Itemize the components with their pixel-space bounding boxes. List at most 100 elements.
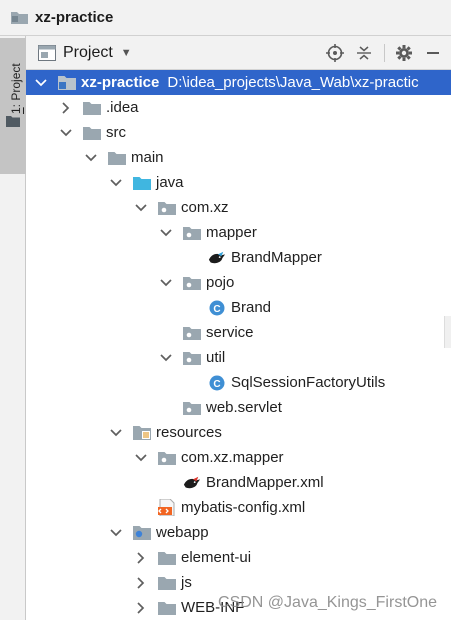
project-tool-tab[interactable]: 1: Project [0,38,26,174]
dropdown-caret-icon[interactable]: ▼ [121,47,132,59]
tree-row[interactable]: C SqlSessionFactoryUtils [26,370,451,395]
tree-item-label: BrandMapper [231,249,322,266]
folder-icon [6,114,20,132]
package-icon [158,200,176,216]
tree-item-label: main [131,149,164,166]
tree-row[interactable]: web.servlet [26,395,451,420]
source-folder-icon [133,175,151,191]
tree-item-label: mybatis-config.xml [181,499,306,516]
chevron-down-icon[interactable] [109,176,123,190]
svg-text:C: C [213,379,220,390]
chevron-right-icon[interactable] [134,601,148,615]
tree-arrow-spacer [184,301,198,315]
tree-item-label: com.xz [181,199,229,216]
tree-arrow-spacer [159,476,173,490]
tree-item-label: .idea [106,99,139,116]
package-icon [183,400,201,416]
tree-row[interactable]: BrandMapper.xml [26,470,451,495]
mybatis-bird-icon [208,250,226,266]
chevron-right-icon[interactable] [134,576,148,590]
project-tree[interactable]: xz-practice D:\idea_projects\Java_Wab\xz-… [26,70,451,620]
class-icon: C [208,375,226,391]
chevron-down-icon[interactable] [59,126,73,140]
mybatis-bird-icon [183,475,201,491]
chevron-down-icon[interactable] [159,351,173,365]
tree-row[interactable]: pojo [26,270,451,295]
chevron-down-icon[interactable] [159,276,173,290]
tree-item-path: D:\idea_projects\Java_Wab\xz-practic [167,74,419,91]
tree-item-label: resources [156,424,222,441]
package-icon [158,450,176,466]
chevron-down-icon[interactable] [109,426,123,440]
tree-item-label: js [181,574,192,591]
tree-row[interactable]: element-ui [26,545,451,570]
view-selector[interactable]: Project [63,44,113,62]
tree-item-label: com.xz.mapper [181,449,284,466]
folder-icon [158,550,176,566]
tree-row[interactable]: resources [26,420,451,445]
tree-item-label: xz-practice [81,74,160,91]
tree-row[interactable]: com.xz.mapper [26,445,451,470]
scroll-edge [444,316,451,348]
tree-row[interactable]: java [26,170,451,195]
tree-item-label: BrandMapper.xml [206,474,324,491]
tree-row[interactable]: webapp [26,520,451,545]
tree-row[interactable]: com.xz [26,195,451,220]
chevron-down-icon[interactable] [84,151,98,165]
tree-row[interactable]: service [26,320,451,345]
folder-icon [83,100,101,116]
module-folder-icon [58,75,76,91]
project-tab-label: 1: Project [9,63,23,114]
chevron-down-icon[interactable] [109,526,123,540]
chevron-down-icon[interactable] [34,76,48,90]
tree-row[interactable]: js [26,570,451,595]
tree-row[interactable]: C Brand [26,295,451,320]
tree-row[interactable]: src [26,120,451,145]
tree-item-label: src [106,124,126,141]
web-folder-icon [133,525,151,541]
folder-icon [11,11,29,25]
breadcrumb-project[interactable]: xz-practice [35,9,113,26]
tree-item-label: pojo [206,274,235,291]
folder-icon [108,150,126,166]
tree-item-label: mapper [206,224,257,241]
collapse-all-icon[interactable] [354,43,374,63]
chevron-right-icon[interactable] [59,101,73,115]
tree-row[interactable]: mapper [26,220,451,245]
tree-item-label: SqlSessionFactoryUtils [231,374,386,391]
chevron-right-icon[interactable] [134,551,148,565]
tree-arrow-spacer [184,376,198,390]
tree-row[interactable]: mybatis-config.xml [26,495,451,520]
tree-row[interactable]: util [26,345,451,370]
tree-arrow-spacer [159,401,173,415]
chevron-down-icon[interactable] [159,226,173,240]
folder-icon [158,575,176,591]
tree-row[interactable]: .idea [26,95,451,120]
hide-icon[interactable] [423,43,443,63]
tree-item-label: Brand [231,299,272,316]
separator [384,44,385,62]
gear-icon[interactable] [394,43,414,63]
tree-item-label: util [206,349,226,366]
tree-arrow-spacer [159,326,173,340]
tree-item-label: service [206,324,254,341]
tree-arrow-spacer [184,251,198,265]
folder-icon [83,125,101,141]
package-icon [183,350,201,366]
project-view-icon [38,44,56,61]
watermark: CSDN @Java_Kings_FirstOne [218,594,437,611]
svg-text:C: C [213,304,220,315]
class-icon: C [208,300,226,316]
tree-row[interactable]: xz-practice D:\idea_projects\Java_Wab\xz-… [26,70,451,95]
package-icon [183,275,201,291]
chevron-down-icon[interactable] [134,451,148,465]
locate-icon[interactable] [325,43,345,63]
xml-file-icon [158,499,176,516]
tree-arrow-spacer [134,501,148,515]
tree-row[interactable]: BrandMapper [26,245,451,270]
tree-row[interactable]: main [26,145,451,170]
tree-item-label: element-ui [181,549,252,566]
resources-folder-icon [133,425,151,441]
tree-item-label: java [156,174,184,191]
chevron-down-icon[interactable] [134,201,148,215]
